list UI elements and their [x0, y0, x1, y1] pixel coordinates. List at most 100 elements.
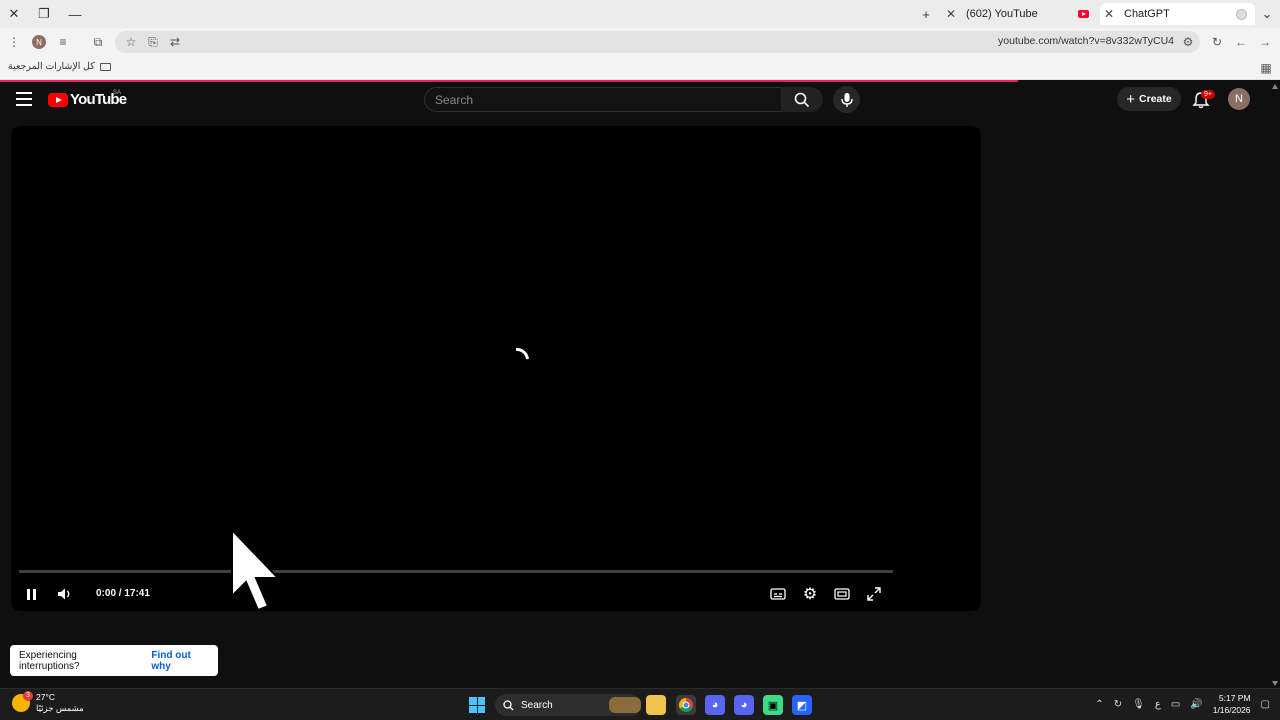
notifications-icon[interactable]: ▢: [1261, 699, 1270, 710]
close-window-icon[interactable]: ✕: [4, 4, 24, 24]
subtitles-icon: [770, 588, 786, 600]
youtube-header: YouTube SA + Create 9+ N: [0, 82, 1270, 118]
screenshot-icon[interactable]: ⎘: [145, 34, 161, 50]
microphone-icon: [840, 92, 853, 107]
search-highlight-image: [609, 697, 641, 713]
weather-desc: مشمس جزئيًا: [36, 703, 84, 713]
back-icon[interactable]: ←: [1233, 34, 1249, 50]
tray-overflow-icon[interactable]: ⌃: [1095, 699, 1103, 710]
search-icon: [503, 699, 514, 710]
address-bar-row: ⋮ N ≡ ⧉ ☆ ⎘ ⇄ youtube.com/watch?v=8v332w…: [0, 28, 1280, 56]
search-box[interactable]: [424, 87, 782, 112]
progress-bar[interactable]: [19, 570, 893, 573]
discord-alt-icon[interactable]: ◕: [734, 695, 754, 715]
system-tray: ⌃ ↻ 🎙 ع ▭ 🔊 5:17 PM 1/16/2026 ▢: [1095, 692, 1270, 716]
omnibox[interactable]: ☆ ⎘ ⇄ youtube.com/watch?v=8v332wTyCU4 ⚙: [115, 31, 1200, 53]
scroll-down-icon[interactable]: [1272, 681, 1278, 686]
weather-widget[interactable]: 3 27°C مشمس جزئيًا: [12, 691, 84, 714]
folder-icon: [99, 62, 111, 71]
hamburger-menu-icon[interactable]: [16, 92, 32, 106]
mouse-cursor-icon: [231, 527, 281, 612]
profile-avatar[interactable]: N: [32, 35, 46, 49]
tab-close-icon[interactable]: ✕: [942, 7, 960, 21]
youtube-favicon-icon: [1078, 10, 1089, 18]
scroll-up-icon[interactable]: [1272, 84, 1278, 89]
tab-close-icon[interactable]: ✕: [1100, 7, 1118, 21]
fullscreen-icon: [867, 587, 881, 601]
clock-date: 1/16/2026: [1212, 705, 1251, 715]
app-icon[interactable]: ◩: [792, 695, 812, 715]
voice-search-button[interactable]: [833, 86, 860, 113]
account-avatar[interactable]: N: [1228, 88, 1250, 110]
toast-message: Experiencing interruptions?: [19, 649, 80, 672]
theater-mode-button[interactable]: [832, 584, 852, 604]
apps-grid-icon[interactable]: ▦: [1258, 60, 1274, 76]
chatgpt-favicon-icon: [1236, 8, 1247, 20]
all-bookmarks-item[interactable]: كل الإشارات المرجعية: [8, 61, 111, 72]
bookmark-star-icon[interactable]: ☆: [123, 34, 139, 50]
translate-icon[interactable]: ⇄: [167, 34, 183, 50]
volume-button[interactable]: [55, 584, 75, 604]
interruptions-toast: Experiencing interruptions? Find out why: [10, 645, 218, 676]
search-icon: [794, 92, 810, 107]
extensions-icon[interactable]: ⧉: [90, 34, 106, 50]
tab-label: (602) YouTube: [966, 8, 1038, 20]
tab-label: ChatGPT: [1124, 8, 1170, 20]
tab-youtube[interactable]: ✕ (602) YouTube: [942, 3, 1097, 25]
tray-microphone-icon[interactable]: 🎙: [1132, 699, 1145, 710]
gear-icon: ⚙: [802, 586, 818, 603]
weather-temp: 27°C: [36, 692, 55, 702]
weather-sun-icon: 3: [12, 691, 33, 712]
volume-icon: [58, 588, 70, 600]
video-player[interactable]: 0:00 / 17:41 ⚙: [11, 126, 981, 611]
android-app-icon[interactable]: ▣: [763, 695, 783, 715]
url-text[interactable]: youtube.com/watch?v=8v332wTyCU4: [998, 35, 1174, 47]
theater-mode-icon: [834, 588, 850, 600]
notifications-badge: 9+: [1201, 90, 1215, 99]
network-icon[interactable]: ▭: [1171, 699, 1180, 710]
search-input[interactable]: [425, 88, 781, 112]
file-explorer-icon[interactable]: [646, 695, 666, 715]
menu-dots-icon[interactable]: ⋮: [6, 34, 22, 50]
bookmarks-label: كل الإشارات المرجعية: [8, 61, 95, 72]
settings-button[interactable]: ⚙: [800, 584, 820, 604]
speaker-icon[interactable]: 🔊: [1190, 699, 1202, 710]
windows-start-icon[interactable]: [469, 697, 485, 713]
plus-icon: +: [1126, 90, 1136, 108]
page-scrollbar[interactable]: [1270, 82, 1280, 688]
reading-list-icon[interactable]: ≡: [55, 34, 71, 50]
forward-icon[interactable]: →: [1257, 34, 1273, 50]
tab-chatgpt[interactable]: ✕ ChatGPT: [1100, 3, 1255, 25]
taskbar-search[interactable]: Search: [495, 694, 641, 716]
minimize-window-icon[interactable]: —: [65, 4, 85, 24]
bookmarks-bar: كل الإشارات المرجعية ▦: [0, 56, 1280, 80]
weather-badge: 3: [23, 691, 33, 701]
clock[interactable]: 5:17 PM 1/16/2026: [1213, 692, 1251, 716]
reload-icon[interactable]: ↻: [1209, 34, 1225, 50]
youtube-play-icon: [48, 92, 68, 107]
time-display: 0:00 / 17:41: [96, 588, 150, 599]
find-out-why-link[interactable]: Find out why: [151, 650, 209, 672]
language-indicator[interactable]: ع: [1155, 699, 1161, 710]
clock-time: 5:17 PM: [1218, 693, 1251, 703]
chrome-icon[interactable]: [676, 695, 696, 715]
tab-search-chevron-icon[interactable]: ⌄: [1257, 4, 1277, 24]
player-controls: 0:00 / 17:41 ⚙: [11, 578, 981, 608]
site-settings-icon[interactable]: ⚙: [1180, 34, 1196, 50]
restore-window-icon[interactable]: ❐: [34, 4, 54, 24]
windows-taskbar: 3 27°C مشمس جزئيًا Search ◕ ◕ ▣ ◩ ⌃ ↻ 🎙 …: [0, 688, 1280, 720]
subtitles-button[interactable]: [768, 584, 788, 604]
pause-button[interactable]: [21, 584, 41, 604]
loading-spinner-icon: [500, 343, 534, 377]
new-tab-icon[interactable]: +: [916, 4, 936, 24]
taskbar-search-label: Search: [521, 699, 553, 711]
country-code: SA: [113, 90, 122, 96]
browser-tab-bar: ✕ ❐ — + ✕ (602) YouTube ✕ ChatGPT ⌄: [0, 0, 1280, 28]
create-label: Create: [1139, 93, 1172, 105]
fullscreen-button[interactable]: [864, 584, 884, 604]
sync-icon[interactable]: ↻: [1114, 699, 1122, 710]
discord-icon[interactable]: ◕: [705, 695, 725, 715]
search-button[interactable]: [781, 87, 823, 112]
chrome-logo-icon: [679, 698, 693, 712]
create-button[interactable]: + Create: [1117, 87, 1181, 111]
